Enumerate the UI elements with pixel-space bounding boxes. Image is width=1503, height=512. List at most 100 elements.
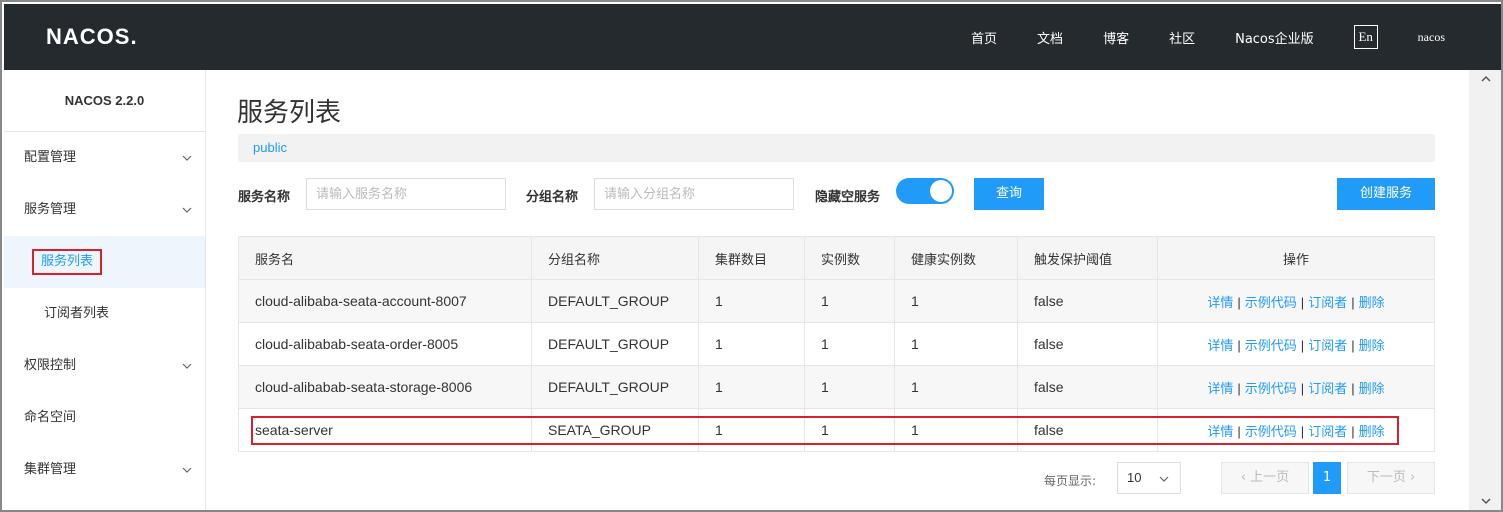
service-table: 服务名 分组名称 集群数目 实例数 健康实例数 触发保护阈值 操作 cloud-… bbox=[238, 236, 1435, 452]
delete-link[interactable]: 删除 bbox=[1359, 425, 1385, 440]
link-separator: | bbox=[1351, 423, 1355, 439]
query-button[interactable]: 查询 bbox=[974, 178, 1044, 210]
col-healthy-count: 健康实例数 bbox=[894, 236, 1018, 280]
subscribers-link[interactable]: 订阅者 bbox=[1308, 425, 1347, 440]
next-page-label: 下一页 bbox=[1366, 470, 1406, 485]
vertical-scrollbar[interactable] bbox=[1469, 70, 1501, 510]
cell-service-name: cloud-alibabab-seata-storage-8006 bbox=[238, 365, 532, 409]
cell-instance-count: 1 bbox=[804, 408, 895, 452]
sidebar-item-subscribers[interactable]: 订阅者列表 bbox=[4, 288, 205, 340]
sidebar-item-label: 权限控制 bbox=[24, 358, 77, 373]
service-name-input[interactable] bbox=[306, 178, 506, 210]
col-cluster-count: 集群数目 bbox=[698, 236, 805, 280]
table-row: seata-server SEATA_GROUP 1 1 1 false 详情 | 示例代码 | 订… bbox=[238, 408, 1435, 452]
page-number-button[interactable]: 1 bbox=[1313, 462, 1341, 494]
sidebar-item-namespace[interactable]: 命名空间 bbox=[4, 392, 205, 444]
user-name[interactable]: nacos bbox=[1418, 30, 1445, 45]
cell-cluster-count: 1 bbox=[698, 279, 805, 323]
link-separator: | bbox=[1237, 423, 1241, 439]
cell-protect-threshold: false bbox=[1017, 408, 1158, 452]
cell-group-name: SEATA_GROUP bbox=[531, 408, 699, 452]
cell-service-name: seata-server bbox=[238, 408, 532, 452]
nav-home[interactable]: 首页 bbox=[971, 28, 997, 47]
sample-code-link[interactable]: 示例代码 bbox=[1245, 425, 1297, 440]
page-size-value: 10 bbox=[1127, 470, 1142, 485]
next-page-button[interactable]: 下一页 › bbox=[1347, 462, 1435, 494]
sidebar-item-label: 集群管理 bbox=[24, 462, 77, 477]
delete-link[interactable]: 删除 bbox=[1359, 382, 1385, 397]
top-nav: 首页 文档 博客 社区 Nacos企业版 En nacos bbox=[931, 4, 1445, 70]
namespace-public-link[interactable]: public bbox=[253, 140, 287, 155]
sample-code-link[interactable]: 示例代码 bbox=[1245, 339, 1297, 354]
subscribers-link[interactable]: 订阅者 bbox=[1308, 296, 1347, 311]
sidebar-item-label: 命名空间 bbox=[24, 410, 77, 425]
sidebar-item-cluster[interactable]: 集群管理 bbox=[4, 444, 205, 496]
sample-code-link[interactable]: 示例代码 bbox=[1245, 382, 1297, 397]
namespace-bar: public bbox=[238, 134, 1435, 162]
group-name-input[interactable] bbox=[594, 178, 794, 210]
prev-page-button[interactable]: ‹ 上一页 bbox=[1221, 462, 1309, 494]
col-service-name: 服务名 bbox=[238, 236, 532, 280]
prev-page-label: 上一页 bbox=[1250, 470, 1290, 485]
language-toggle-button[interactable]: En bbox=[1353, 25, 1378, 49]
cell-group-name: DEFAULT_GROUP bbox=[531, 365, 699, 409]
link-separator: | bbox=[1300, 423, 1305, 439]
delete-link[interactable]: 删除 bbox=[1359, 339, 1385, 354]
link-separator: | bbox=[1300, 337, 1305, 353]
chevron-down-icon bbox=[182, 155, 192, 161]
nav-docs[interactable]: 文档 bbox=[1037, 28, 1063, 47]
subscribers-link[interactable]: 订阅者 bbox=[1308, 339, 1347, 354]
cell-cluster-count: 1 bbox=[698, 408, 805, 452]
page-size-label: 每页显示: bbox=[1044, 474, 1097, 488]
sidebar-item-service-mgmt[interactable]: 服务管理 bbox=[4, 184, 205, 236]
create-service-button[interactable]: 创建服务 bbox=[1337, 178, 1435, 210]
cell-instance-count: 1 bbox=[804, 279, 895, 323]
version-label: NACOS 2.2.0 bbox=[4, 70, 205, 132]
nav-community[interactable]: 社区 bbox=[1169, 28, 1195, 47]
scroll-up-icon[interactable] bbox=[1479, 72, 1493, 86]
sidebar: NACOS 2.2.0 配置管理 服务管理 服务列表 订阅者列表 权限控制 命名… bbox=[4, 70, 206, 510]
sidebar-item-service-list[interactable]: 服务列表 bbox=[4, 236, 205, 288]
cell-instance-count: 1 bbox=[804, 365, 895, 409]
cell-healthy-count: 1 bbox=[894, 322, 1018, 366]
sidebar-item-label: 服务管理 bbox=[24, 202, 77, 217]
detail-link[interactable]: 详情 bbox=[1207, 339, 1233, 354]
sidebar-item-access-control[interactable]: 权限控制 bbox=[4, 340, 205, 392]
nav-blog[interactable]: 博客 bbox=[1103, 28, 1129, 47]
detail-link[interactable]: 详情 bbox=[1207, 425, 1233, 440]
chevron-right-icon: › bbox=[1405, 470, 1416, 485]
sidebar-item-config[interactable]: 配置管理 bbox=[4, 132, 205, 184]
subscribers-link[interactable]: 订阅者 bbox=[1308, 382, 1347, 397]
cell-protect-threshold: false bbox=[1017, 365, 1158, 409]
chevron-down-icon bbox=[182, 363, 192, 369]
sidebar-item-label: 配置管理 bbox=[24, 150, 77, 165]
cell-healthy-count: 1 bbox=[894, 408, 1018, 452]
cell-instance-count: 1 bbox=[804, 322, 895, 366]
col-protect-threshold: 触发保护阈值 bbox=[1017, 236, 1158, 280]
sidebar-item-label: 订阅者列表 bbox=[44, 306, 110, 321]
table-row: cloud-alibaba-seata-account-8007 DEFAULT_… bbox=[238, 279, 1435, 323]
hide-empty-toggle[interactable] bbox=[896, 178, 954, 204]
nacos-logo[interactable]: NACOS. bbox=[46, 24, 138, 50]
table-row: cloud-alibabab-seata-order-8005 DEFAULT_G… bbox=[238, 322, 1435, 366]
table-header-row: 服务名 分组名称 集群数目 实例数 健康实例数 触发保护阈值 操作 bbox=[238, 236, 1435, 280]
link-separator: | bbox=[1237, 337, 1241, 353]
delete-link[interactable]: 删除 bbox=[1359, 296, 1385, 311]
cell-group-name: DEFAULT_GROUP bbox=[531, 322, 699, 366]
detail-link[interactable]: 详情 bbox=[1207, 296, 1233, 311]
chevron-down-icon bbox=[182, 467, 192, 473]
sample-code-link[interactable]: 示例代码 bbox=[1245, 296, 1297, 311]
cell-operations: 详情 | 示例代码 | 订阅者 | 删除 bbox=[1157, 279, 1435, 323]
page-size-select[interactable]: 10 bbox=[1117, 462, 1181, 494]
col-group-name: 分组名称 bbox=[531, 236, 699, 280]
scroll-down-icon[interactable] bbox=[1479, 494, 1493, 508]
chevron-left-icon: ‹ bbox=[1240, 470, 1251, 485]
cell-operations: 详情 | 示例代码 | 订阅者 | 删除 bbox=[1157, 365, 1435, 409]
detail-link[interactable]: 详情 bbox=[1207, 382, 1233, 397]
chevron-down-icon bbox=[1159, 476, 1169, 482]
scroll-thumb[interactable] bbox=[1469, 86, 1501, 496]
top-header: NACOS. 首页 文档 博客 社区 Nacos企业版 En nacos bbox=[4, 4, 1501, 70]
nav-enterprise[interactable]: Nacos企业版 bbox=[1235, 28, 1314, 47]
cell-service-name: cloud-alibabab-seata-order-8005 bbox=[238, 322, 532, 366]
cell-protect-threshold: false bbox=[1017, 279, 1158, 323]
